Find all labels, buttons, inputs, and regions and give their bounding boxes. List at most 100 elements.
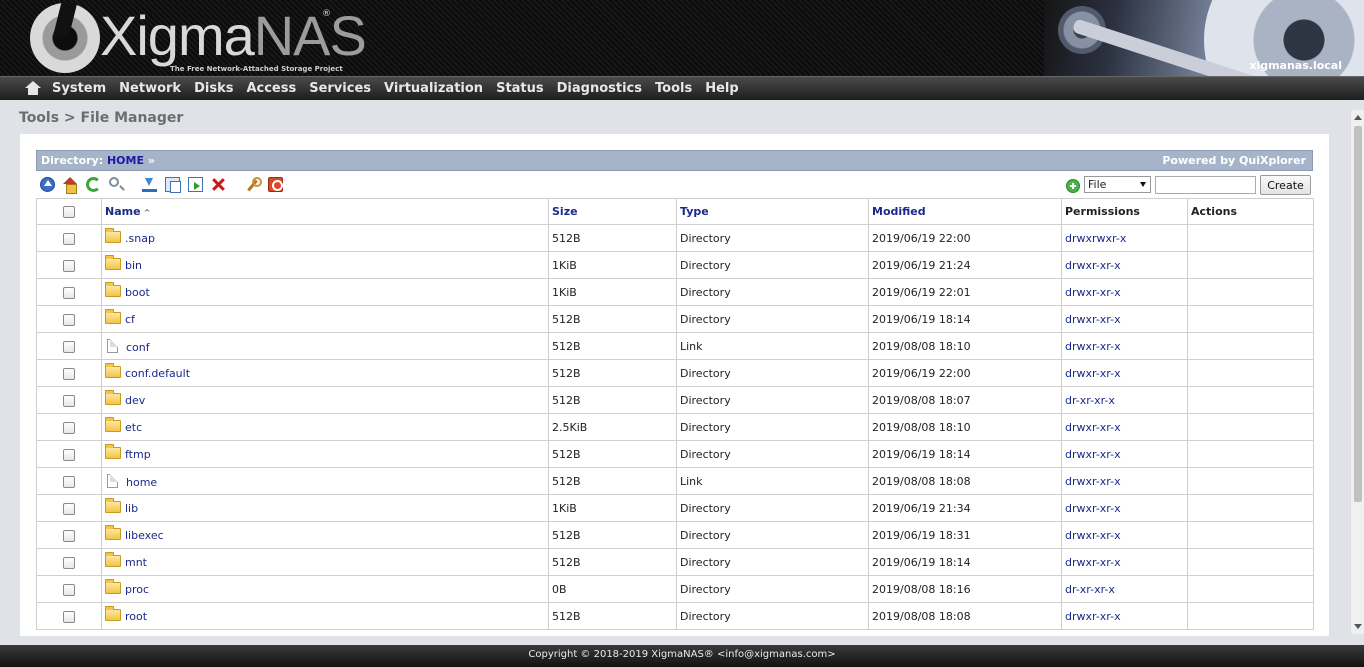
row-name[interactable]: home [126,476,157,489]
row-name[interactable]: bin [125,259,142,272]
row-name[interactable]: boot [125,286,150,299]
row-name-cell[interactable]: root [101,602,549,630]
admin-tools-icon[interactable] [245,177,262,192]
row-name-cell[interactable]: cf [101,305,549,333]
row-permissions[interactable]: drwxr-xr-x [1061,251,1188,279]
type-column-header[interactable]: Type [676,198,869,225]
select-all-checkbox[interactable] [63,206,75,218]
row-name-cell[interactable]: dev [101,386,549,414]
row-checkbox[interactable] [63,421,75,434]
page-scrollbar[interactable] [1350,110,1364,634]
table-row[interactable]: cf 512B Directory 2019/06/19 18:14 drwxr-xr-… [36,305,1314,333]
row-checkbox[interactable] [63,556,75,569]
row-permissions[interactable]: drwxr-xr-x [1061,332,1188,360]
row-checkbox[interactable] [63,502,75,515]
row-name-cell[interactable]: proc [101,575,549,603]
scroll-thumb[interactable] [1354,126,1362,502]
nav-virtualization[interactable]: Virtualization [384,81,483,96]
table-row[interactable]: bin 1KiB Directory 2019/06/19 21:24 drwxr-xr… [36,251,1314,279]
row-checkbox[interactable] [63,475,75,488]
search-icon[interactable] [109,177,119,187]
table-row[interactable]: conf.default 512B Directory 2019/06/19 22:0… [36,359,1314,387]
row-checkbox[interactable] [63,259,75,272]
row-name[interactable]: lib [125,502,138,515]
row-permissions[interactable]: drwxr-xr-x [1061,521,1188,549]
table-row[interactable]: home 512B Link 2019/08/08 18:08 drwxr-xr-x [36,467,1314,495]
row-checkbox[interactable] [63,232,75,245]
table-row[interactable]: etc 2.5KiB Directory 2019/08/08 18:10 drwxr-… [36,413,1314,441]
row-name-cell[interactable]: boot [101,278,549,306]
row-permissions[interactable]: drwxr-xr-x [1061,278,1188,306]
up-directory-icon[interactable] [40,177,55,192]
nav-diagnostics[interactable]: Diagnostics [557,81,642,96]
row-name[interactable]: mnt [125,556,147,569]
move-icon[interactable] [188,177,203,192]
create-type-select[interactable]: File [1084,176,1151,193]
row-name[interactable]: conf [126,341,150,354]
row-permissions[interactable]: drwxr-xr-x [1061,305,1188,333]
home-directory-icon[interactable] [63,177,78,194]
scroll-down-icon[interactable] [1354,624,1362,629]
nav-services[interactable]: Services [309,81,371,96]
row-permissions[interactable]: drwxrwxr-x [1061,224,1188,252]
row-checkbox[interactable] [63,583,75,596]
table-row[interactable]: dev 512B Directory 2019/08/08 18:07 dr-xr-xr… [36,386,1314,414]
row-name-cell[interactable]: .snap [101,224,549,252]
row-permissions[interactable]: drwxr-xr-x [1061,602,1188,630]
row-permissions[interactable]: drwxr-xr-x [1061,413,1188,441]
create-button[interactable]: Create [1260,175,1311,195]
upload-icon[interactable] [142,177,157,192]
reload-icon[interactable] [86,177,101,192]
row-permissions[interactable]: drwxr-xr-x [1061,440,1188,468]
row-checkbox[interactable] [63,367,75,380]
row-checkbox[interactable] [63,340,75,353]
row-checkbox[interactable] [63,448,75,461]
nav-access[interactable]: Access [246,81,296,96]
row-name-cell[interactable]: conf [101,332,549,360]
row-name[interactable]: etc [125,421,142,434]
row-name[interactable]: libexec [125,529,164,542]
row-name[interactable]: ftmp [125,448,151,461]
table-row[interactable]: boot 1KiB Directory 2019/06/19 22:01 drwxr-x… [36,278,1314,306]
xigmanas-logo[interactable]: XigmaNAS ® The Free Network-Attached Sto… [30,3,367,73]
table-row[interactable]: libexec 512B Directory 2019/06/19 18:31 drwx… [36,521,1314,549]
row-permissions[interactable]: drwxr-xr-x [1061,548,1188,576]
row-permissions[interactable]: drwxr-xr-x [1061,467,1188,495]
row-permissions[interactable]: drwxr-xr-x [1061,359,1188,387]
table-row[interactable]: .snap 512B Directory 2019/06/19 22:00 drwxrw… [36,224,1314,252]
name-column-header[interactable]: Name ^ [101,198,549,225]
modified-column-header[interactable]: Modified [868,198,1062,225]
home-icon[interactable] [24,80,42,97]
row-permissions[interactable]: dr-xr-xr-x [1061,386,1188,414]
row-name-cell[interactable]: bin [101,251,549,279]
row-name-cell[interactable]: libexec [101,521,549,549]
row-name-cell[interactable]: conf.default [101,359,549,387]
row-checkbox[interactable] [63,313,75,326]
row-checkbox[interactable] [63,394,75,407]
table-row[interactable]: conf 512B Link 2019/08/08 18:10 drwxr-xr-x [36,332,1314,360]
nav-system[interactable]: System [52,81,106,96]
table-row[interactable]: proc 0B Directory 2019/08/08 18:16 dr-xr-xr-… [36,575,1314,603]
row-name-cell[interactable]: home [101,467,549,495]
table-row[interactable]: root 512B Directory 2019/08/08 18:08 drwxr-x… [36,602,1314,630]
row-name[interactable]: cf [125,313,135,326]
table-row[interactable]: ftmp 512B Directory 2019/06/19 18:14 drwxr-x… [36,440,1314,468]
nav-network[interactable]: Network [119,81,181,96]
row-name[interactable]: proc [125,583,149,596]
row-checkbox[interactable] [63,529,75,542]
create-name-input[interactable] [1155,176,1256,194]
nav-status[interactable]: Status [496,81,544,96]
row-name[interactable]: .snap [125,232,155,245]
logout-icon[interactable] [268,177,283,192]
row-name-cell[interactable]: ftmp [101,440,549,468]
delete-icon[interactable] [211,177,226,192]
table-row[interactable]: mnt 512B Directory 2019/06/19 18:14 drwxr-xr… [36,548,1314,576]
copy-icon[interactable] [165,177,181,193]
row-name[interactable]: dev [125,394,145,407]
size-column-header[interactable]: Size [548,198,677,225]
scroll-up-icon[interactable] [1354,115,1362,120]
row-name[interactable]: root [125,610,147,623]
nav-disks[interactable]: Disks [194,81,233,96]
row-name-cell[interactable]: mnt [101,548,549,576]
nav-tools[interactable]: Tools [655,81,692,96]
